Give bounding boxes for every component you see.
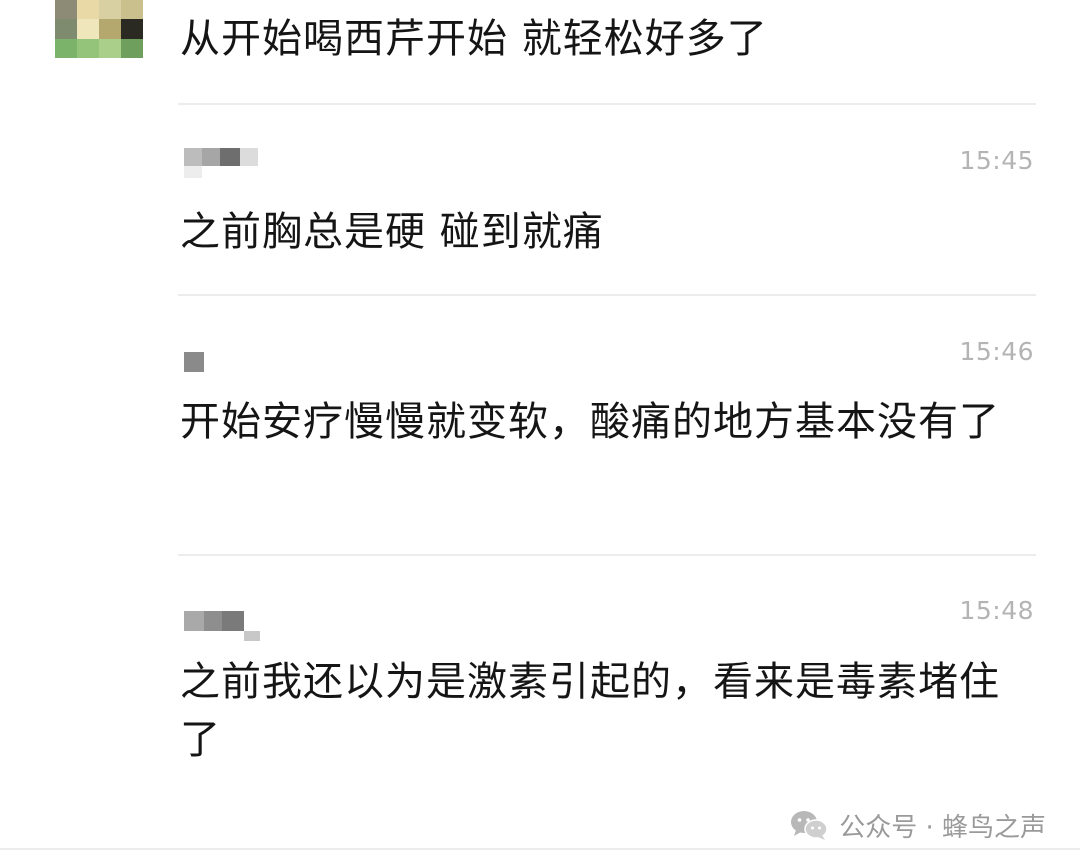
divider	[178, 294, 1036, 296]
message-time: 15:48	[959, 596, 1034, 625]
divider	[178, 554, 1036, 556]
sender-name-blurred	[184, 148, 264, 178]
sender-name-blurred	[184, 611, 264, 641]
divider	[178, 103, 1036, 105]
wechat-icon	[791, 811, 828, 840]
message-time: 15:45	[959, 146, 1034, 175]
message-text: 之前胸总是硬 碰到就痛	[180, 209, 604, 255]
sender-name-blurred	[184, 352, 208, 382]
avatar[interactable]	[55, 0, 143, 58]
message-text: 开始安疗慢慢就变软，酸痛的地方基本没有了	[180, 399, 1000, 445]
message-time: 15:46	[959, 337, 1034, 366]
watermark-label: 公众号 · 蜂鸟之声	[839, 812, 1046, 843]
divider	[0, 848, 1080, 850]
message-text: 之前我还以为是激素引起的，看来是毒素堵住了	[180, 659, 1000, 763]
message-text: 从开始喝西芹开始 就轻松好多了	[180, 16, 768, 62]
watermark: 公众号 · 蜂鸟之声	[789, 806, 1046, 844]
